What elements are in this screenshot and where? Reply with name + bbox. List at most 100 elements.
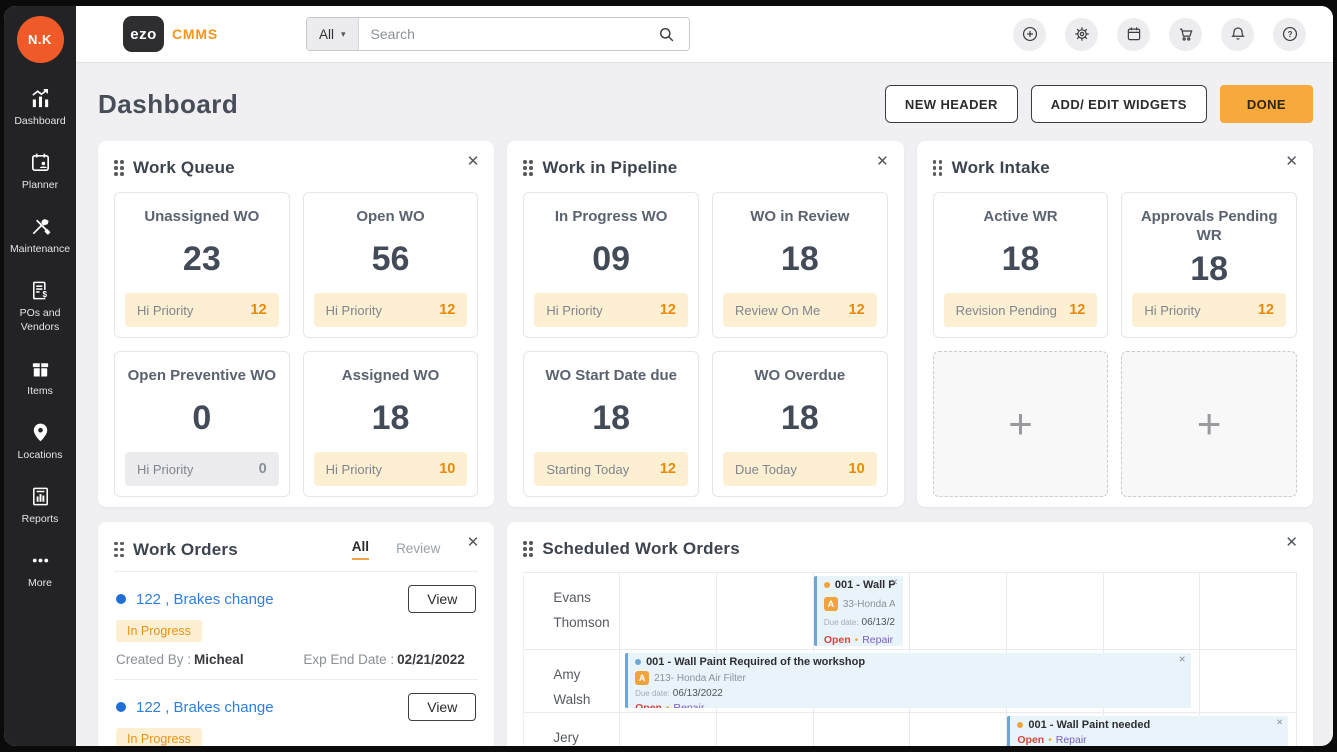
drag-handle-icon[interactable]	[114, 160, 124, 176]
work-order-link[interactable]: 122 , Brakes change	[136, 591, 274, 608]
priority-chip: Hi Priority12	[314, 293, 468, 327]
add-new-button[interactable]	[1013, 18, 1046, 51]
event-type: Repair	[862, 634, 893, 646]
location-pin-icon	[29, 421, 52, 444]
stat-card-in-progress-wo[interactable]: In Progress WO 09 Hi Priority12	[523, 192, 699, 338]
stat-card-unassigned-wo[interactable]: Unassigned WO 23 Hi Priority12	[114, 192, 290, 338]
schedule-event[interactable]: ✕ 001 - Wall Pai... A33-Honda Air F.. Du…	[814, 576, 903, 646]
chip-label: Hi Priority	[137, 462, 193, 477]
schedule-cell[interactable]	[910, 713, 1007, 746]
schedule-cell[interactable]	[1007, 573, 1104, 649]
close-icon[interactable]: ✕	[1276, 717, 1283, 728]
stat-card-approvals-pending-wr[interactable]: Approvals Pending WR 18 Hi Priority12	[1121, 192, 1297, 338]
planner-calendar-icon	[29, 151, 52, 174]
stat-card-assigned-wo[interactable]: Assigned WO 18 Hi Priority10	[303, 351, 479, 497]
schedule-cell[interactable]	[814, 713, 911, 746]
stat-card-wo-overdue[interactable]: WO Overdue 18 Due Today10	[712, 351, 888, 497]
sidebar-item-planner[interactable]: Planner	[4, 151, 76, 192]
sidebar-item-more[interactable]: More	[4, 549, 76, 590]
drag-handle-icon[interactable]	[523, 160, 533, 176]
notifications-button[interactable]	[1221, 18, 1254, 51]
priority-dot-icon	[635, 659, 641, 665]
priority-chip: Due Today10	[723, 452, 877, 486]
chip-value: 12	[1069, 302, 1085, 318]
help-button[interactable]: ?	[1273, 18, 1306, 51]
schedule-cell[interactable]	[620, 573, 717, 649]
drag-handle-icon[interactable]	[114, 542, 124, 558]
search-input[interactable]	[359, 18, 645, 50]
sidebar-item-reports[interactable]: Reports	[4, 485, 76, 526]
schedule-cell[interactable]	[620, 713, 717, 746]
sidebar: N.K Dashboard Planner Maintenance	[4, 6, 76, 746]
chip-value: 12	[660, 461, 676, 477]
close-icon[interactable]: ✕	[1285, 533, 1298, 551]
close-icon[interactable]: ✕	[1179, 654, 1186, 665]
tab-all[interactable]: All	[352, 539, 369, 560]
widgets-row-2: Work Orders All Review ✕ 122 , Brakes ch…	[98, 522, 1313, 746]
stat-card-open-preventive-wo[interactable]: Open Preventive WO 0 Hi Priority0	[114, 351, 290, 497]
stat-value: 18	[723, 399, 877, 438]
done-button[interactable]: DONE	[1220, 85, 1313, 123]
schedule-cell[interactable]	[717, 573, 814, 649]
schedule-cell[interactable]	[717, 713, 814, 746]
sidebar-item-pos-vendors[interactable]: $ POs and Vendors	[4, 279, 76, 333]
sidebar-item-dashboard[interactable]: Dashboard	[4, 87, 76, 128]
tab-review[interactable]: Review	[396, 541, 440, 560]
sidebar-item-locations[interactable]: Locations	[4, 421, 76, 462]
search-icon	[657, 25, 676, 44]
sidebar-item-label: Locations	[18, 449, 63, 462]
add-widget-card-placeholder[interactable]: +	[1121, 351, 1297, 497]
close-icon[interactable]: ✕	[467, 152, 480, 170]
schedule-cell[interactable]	[910, 573, 1007, 649]
user-avatar[interactable]: N.K	[17, 16, 64, 63]
assignee-name: Jery	[524, 713, 620, 746]
asset-badge: A	[635, 671, 649, 685]
close-icon[interactable]: ✕	[891, 577, 898, 588]
cart-button[interactable]	[1169, 18, 1202, 51]
chip-label: Hi Priority	[137, 303, 193, 318]
chip-value: 10	[439, 461, 455, 477]
add-edit-widgets-button[interactable]: ADD/ EDIT WIDGETS	[1031, 85, 1207, 123]
stat-value: 18	[944, 240, 1098, 279]
view-button[interactable]: View	[408, 693, 476, 721]
settings-gear-icon	[1073, 25, 1091, 43]
sidebar-item-maintenance[interactable]: Maintenance	[4, 215, 76, 256]
search-scope-value: All	[319, 27, 334, 42]
drag-handle-icon[interactable]	[933, 160, 943, 176]
schedule-cell[interactable]	[1200, 650, 1297, 712]
priority-chip: Hi Priority0	[125, 452, 279, 486]
chip-label: Revision Pending	[956, 303, 1057, 318]
svg-text:$: $	[42, 290, 47, 299]
search-scope-dropdown[interactable]: All ▾	[307, 18, 359, 50]
drag-handle-icon[interactable]	[523, 541, 533, 557]
close-icon[interactable]: ✕	[1285, 152, 1298, 170]
stat-title: WO Start Date due	[534, 367, 688, 386]
stat-title: Assigned WO	[314, 367, 468, 386]
stat-card-wo-start-date-due[interactable]: WO Start Date due 18 Starting Today12	[523, 351, 699, 497]
help-icon: ?	[1281, 25, 1299, 43]
settings-button[interactable]	[1065, 18, 1098, 51]
schedule-event[interactable]: ✕ 001 - Wall Paint needed Open•Repair	[1007, 716, 1288, 746]
schedule-event[interactable]: ✕ 001 - Wall Paint Required of the works…	[625, 653, 1191, 708]
close-icon[interactable]: ✕	[467, 533, 480, 551]
calendar-button[interactable]	[1117, 18, 1150, 51]
new-header-button[interactable]: NEW HEADER	[885, 85, 1018, 123]
chevron-down-icon: ▾	[341, 29, 346, 40]
schedule-cell[interactable]	[1104, 573, 1201, 649]
stat-card-active-wr[interactable]: Active WR 18 Revision Pending12	[933, 192, 1109, 338]
widget-scheduled-work-orders: Scheduled Work Orders ✕ Evans Thomson ✕ …	[507, 522, 1313, 746]
stat-title: Approvals Pending WR	[1132, 208, 1286, 246]
chip-value: 12	[439, 302, 455, 318]
schedule-cell[interactable]	[1200, 573, 1297, 649]
close-icon[interactable]: ✕	[876, 152, 889, 170]
view-button[interactable]: View	[408, 585, 476, 613]
stat-card-wo-in-review[interactable]: WO in Review 18 Review On Me12	[712, 192, 888, 338]
stat-card-open-wo[interactable]: Open WO 56 Hi Priority12	[303, 192, 479, 338]
widget-title: Work Orders	[133, 540, 238, 560]
add-widget-card-placeholder[interactable]: +	[933, 351, 1109, 497]
stat-title: In Progress WO	[534, 208, 688, 227]
sidebar-item-items[interactable]: Items	[4, 357, 76, 398]
search-button[interactable]	[645, 18, 689, 50]
priority-chip: Revision Pending 12	[944, 293, 1098, 327]
work-order-link[interactable]: 122 , Brakes change	[136, 699, 274, 716]
